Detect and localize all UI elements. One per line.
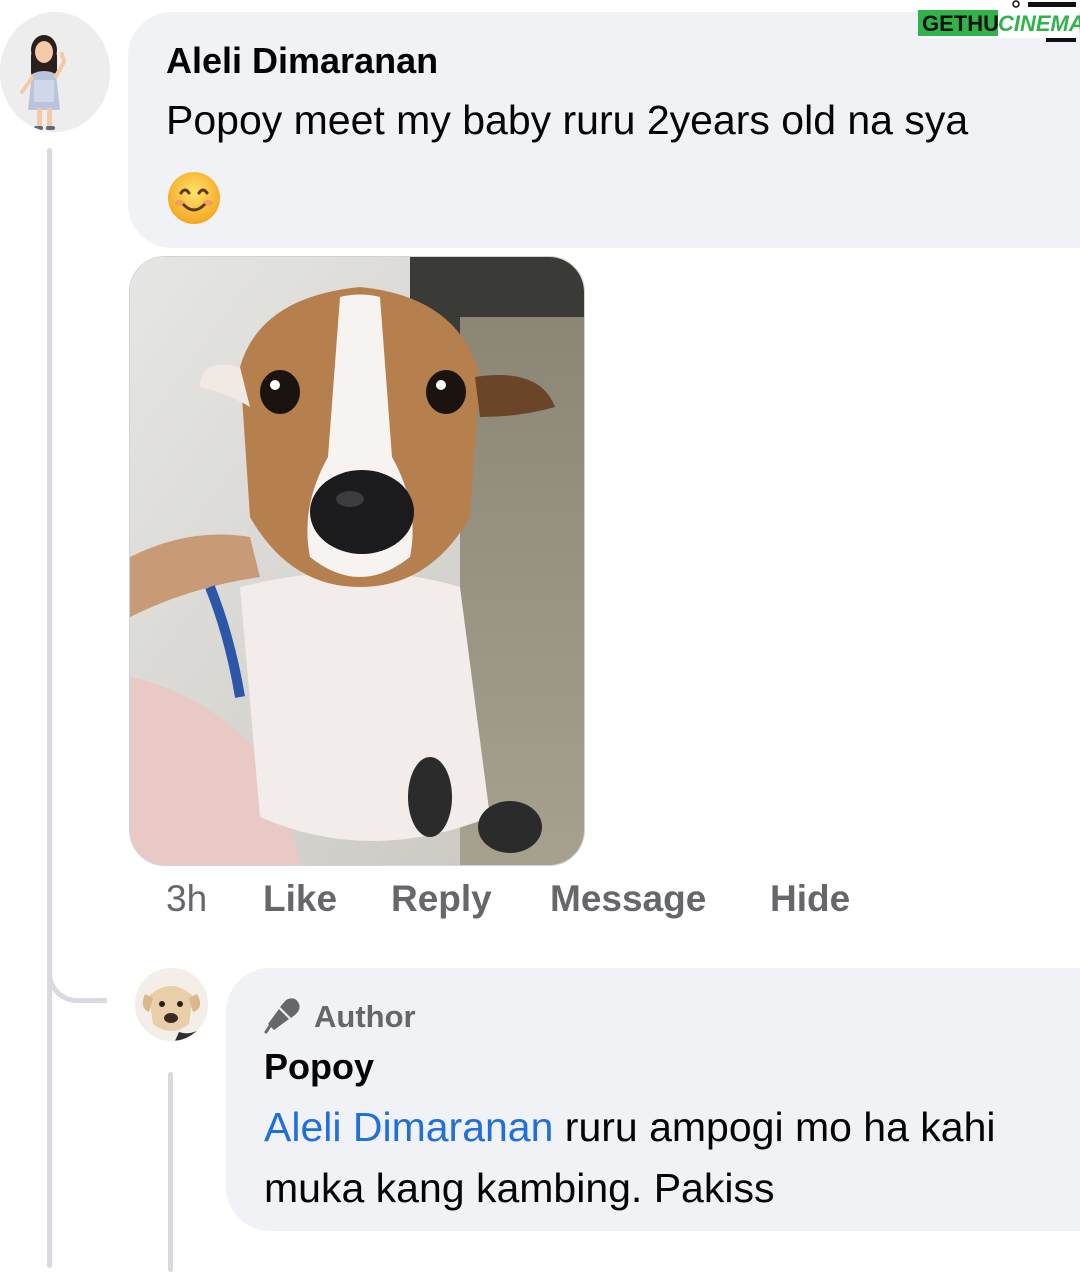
avatar-popoy[interactable] — [135, 968, 208, 1041]
thread-connector-line — [47, 148, 52, 1268]
mention-link[interactable]: Aleli Dimaranan — [264, 1104, 553, 1150]
avatar-aleli[interactable] — [0, 12, 110, 132]
message-button[interactable]: Message — [550, 878, 706, 920]
reply-thread-connector-line — [168, 1072, 173, 1272]
author-badge-label: Author — [314, 999, 416, 1034]
comment-bubble[interactable]: Aleli Dimaranan Popoy meet my baby ruru … — [128, 12, 1080, 248]
author-badge: Author — [264, 997, 416, 1037]
comment-photo-dog[interactable] — [129, 256, 585, 866]
comment-timestamp[interactable]: 3h — [166, 878, 207, 920]
dog-photo-image — [130, 257, 584, 865]
svg-text:GETHU: GETHU — [922, 11, 999, 36]
dog-avatar-icon — [135, 968, 208, 1041]
microphone-icon — [264, 996, 302, 1039]
hide-button[interactable]: Hide — [770, 878, 850, 920]
thread-connector-curve — [47, 948, 107, 1003]
reply-text-continuation: ruru ampogi mo ha kahi — [553, 1104, 996, 1150]
reply-text-line-2: muka kang kambing. Pakiss — [264, 1165, 775, 1211]
comment-text: Popoy meet my baby ruru 2years old na sy… — [166, 97, 969, 143]
reply-author-name[interactable]: Popoy — [264, 1046, 374, 1088]
avatar-illustration-icon — [0, 12, 110, 132]
svg-text:CINEMA: CINEMA — [998, 11, 1080, 36]
like-button[interactable]: Like — [263, 878, 337, 920]
watermark-logo: GETHU CINEMA — [916, 0, 1080, 44]
reply-button[interactable]: Reply — [391, 878, 492, 920]
smiling-face-emoji-icon — [166, 170, 222, 231]
reply-text-line-1: Aleli Dimaranan ruru ampogi mo ha kahi — [264, 1096, 996, 1158]
comment-author-name[interactable]: Aleli Dimaranan — [166, 40, 438, 82]
